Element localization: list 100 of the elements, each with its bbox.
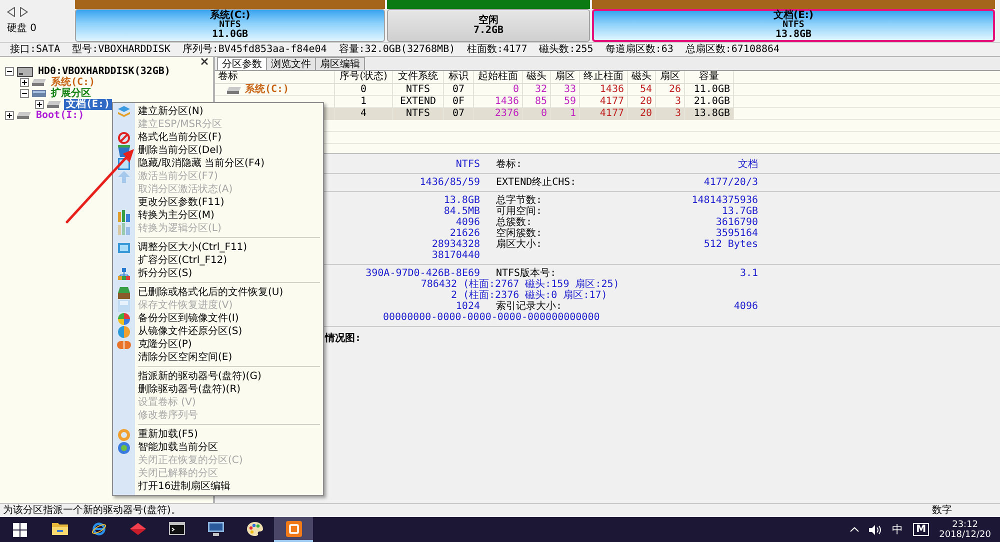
partition-block[interactable]: 文档(E:) NTFS 13.8GB (592, 9, 995, 42)
detail-value: 21626 (450, 228, 480, 239)
detail-value: 14814375936 (692, 195, 758, 206)
table-cell: 54 (628, 84, 656, 96)
table-row[interactable]: 系统(C:) 0 NTFS 07 0 32 33 1436 54 26 11.0GB (215, 84, 734, 96)
detail-value: 3616790 (716, 217, 758, 228)
table-cell: 20 (628, 108, 656, 120)
detail-value: 3.1 (740, 268, 758, 279)
windows-logo-icon[interactable] (13, 522, 27, 536)
detail-value: 4177/20/3 (704, 177, 758, 188)
collapse-icon[interactable] (20, 89, 29, 98)
menu-item[interactable]: 清除分区空闲空间(E) (113, 351, 323, 364)
expand-icon[interactable] (5, 111, 14, 120)
menu-item[interactable]: 打开16进制扇区编辑 (113, 480, 323, 493)
collapse-icon[interactable] (5, 67, 14, 76)
disk-info: 总扇区数:67108864 (685, 44, 780, 56)
half-circle-icon (118, 326, 130, 338)
menu-item[interactable]: 更改分区参数(F11) (113, 196, 323, 209)
palette-icon[interactable] (246, 522, 262, 536)
disk-info: 磁头数:255 (539, 44, 594, 56)
disk-info: 容量:32.0GB(32768MB) (338, 44, 456, 56)
detail-label: 空闲簇数: (496, 228, 542, 239)
menu-item[interactable]: 格式化当前分区(F) (113, 131, 323, 144)
detail-value: 1024 (456, 301, 480, 312)
menu-item[interactable]: 备份分区到镜像文件(I) (113, 312, 323, 325)
expand-icon[interactable] (35, 100, 44, 109)
table-cell: NTFS (393, 84, 444, 96)
volume-label: 系统(C:) (245, 84, 290, 96)
up-arrow-icon (118, 170, 130, 182)
menu-item[interactable]: 克隆分区(P) (113, 338, 323, 351)
clock-time[interactable]: 23:12 (952, 520, 978, 530)
menu-item[interactable]: 删除驱动器号(盘符)(R) (113, 383, 323, 396)
drive-icon (32, 79, 46, 86)
partition-block[interactable]: 空闲 7.2GB (387, 9, 590, 42)
partition-block[interactable]: 系统(C:) NTFS 11.0GB (75, 9, 385, 42)
detail-value: 3595164 (716, 228, 758, 239)
tree-node[interactable]: 系统(C:) (49, 77, 98, 88)
clock-date[interactable]: 2018/12/20 (939, 530, 991, 540)
disk-info: 型号:VBOXHARDDISK (72, 44, 170, 56)
filesystem-label: NTFS (219, 21, 241, 30)
browser-icon[interactable] (90, 520, 106, 536)
tree-node[interactable]: 扩展分区 (49, 88, 93, 99)
column-header[interactable]: 起始柱面 (474, 71, 523, 83)
detail-label: 卷标: (496, 159, 522, 170)
table-cell: NTFS (393, 108, 444, 120)
detail-value: 512 Bytes (704, 239, 758, 250)
menu-item[interactable]: 隐藏/取消隐藏 当前分区(F4) (113, 157, 323, 170)
app-logo-icon[interactable] (286, 520, 302, 536)
tab[interactable]: 分区参数 (217, 57, 267, 70)
detail-label: 扇区大小: (496, 239, 542, 250)
menu-item[interactable]: 智能加载当前分区 (113, 441, 323, 454)
menu-item[interactable]: 重新加载(F5) (113, 428, 323, 441)
table-cell: 26 (656, 84, 685, 96)
left-arrow-icon[interactable] (7, 7, 15, 17)
table-cell: 11.0GB (685, 84, 734, 96)
disk-info: 序列号:BV45fd853aa-f84e04 (182, 44, 327, 56)
column-header[interactable]: 标识 (444, 71, 474, 83)
table-cell: 32 (523, 84, 551, 96)
column-header[interactable]: 终止柱面 (580, 71, 628, 83)
tab[interactable]: 扇区编辑 (315, 57, 365, 70)
menu-item[interactable]: 扩容分区(Ctrl_F12) (113, 254, 323, 267)
disk-info: 接口:SATA (10, 44, 60, 56)
drive-icon (47, 101, 61, 108)
table-cell: 0 (335, 84, 393, 96)
menu-item[interactable]: 调整分区大小(Ctrl_F11) (113, 241, 323, 254)
column-header[interactable]: 卷标 (215, 71, 335, 83)
folder-icon[interactable] (52, 522, 68, 535)
column-header[interactable]: 磁头 (523, 71, 551, 83)
tree-node[interactable]: HD0:VBOXHARDDISK(32GB) (36, 66, 172, 77)
computer-icon[interactable] (208, 522, 224, 536)
disk-info: 柱面数:4177 (467, 44, 528, 56)
column-header[interactable]: 磁头 (628, 71, 656, 83)
menu-item[interactable]: 拆分分区(S) (113, 267, 323, 280)
diamond-icon[interactable] (130, 522, 146, 534)
detail-value: 786432 (420, 279, 457, 290)
table-cell: 1436 (580, 84, 628, 96)
menu-item[interactable]: 指派新的驱动器号(盘符)(G) (113, 370, 323, 383)
partition-name: 系统(C:) (210, 11, 250, 21)
bars-icon (118, 210, 130, 222)
taskbar-app-button[interactable] (274, 517, 313, 542)
chevron-up-icon[interactable] (850, 527, 860, 532)
menu-item[interactable]: 已删除或格式化后的文件恢复(U) (113, 286, 323, 299)
partition-size: 13.8GB (775, 30, 812, 40)
drive-icon (32, 90, 46, 97)
tree-node[interactable]: Boot(I:) (34, 110, 86, 121)
terminal-icon[interactable] (168, 522, 184, 535)
speaker-icon[interactable] (869, 524, 882, 534)
menu-item[interactable]: 从镜像文件还原分区(S) (113, 325, 323, 338)
disc-icon (118, 442, 130, 454)
right-arrow-icon[interactable] (20, 7, 28, 17)
table-cell: 4177 (580, 108, 628, 120)
ime-indicator[interactable]: 中 (892, 524, 904, 536)
close-icon[interactable] (201, 58, 208, 65)
tab[interactable]: 浏览文件 (266, 57, 316, 70)
section-label: 情况图: (325, 333, 362, 344)
menu-item[interactable]: 转换为主分区(M) (113, 209, 323, 222)
input-mode-indicator[interactable]: M (913, 523, 930, 536)
tree-node[interactable]: 文档(E:) (64, 99, 112, 110)
table-cell: 07 (444, 108, 474, 120)
expand-icon[interactable] (20, 78, 29, 87)
